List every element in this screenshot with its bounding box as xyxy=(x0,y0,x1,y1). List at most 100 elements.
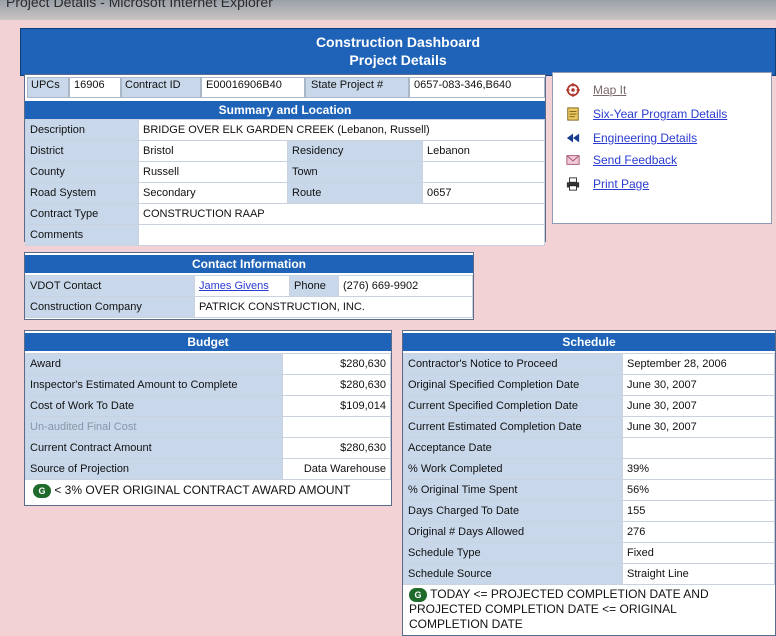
budget-row-label: Award xyxy=(25,353,283,375)
schedule-row-label: Current Estimated Completion Date xyxy=(403,416,623,438)
schedule-panel: Schedule Contractor's Notice to Proceed S… xyxy=(402,330,776,636)
contact-panel: Contact Information VDOT Contact James G… xyxy=(24,252,474,320)
id-row: UPCs 16906 Contract ID E00016906B40 Stat… xyxy=(25,75,545,99)
schedule-status-line3: COMPLETION DATE xyxy=(409,617,523,631)
summary-table: Description BRIDGE OVER ELK GARDEN CREEK… xyxy=(25,119,545,246)
schedule-row-label: Days Charged To Date xyxy=(403,500,623,522)
budget-row: Un-audited Final Cost xyxy=(25,416,391,438)
budget-row-value: $280,630 xyxy=(282,353,391,375)
dashboard-header: Construction Dashboard Project Details xyxy=(20,28,776,76)
contract-id-value: E00016906B40 xyxy=(206,79,282,91)
route-label: Route xyxy=(287,182,423,204)
schedule-row-label: Original # Days Allowed xyxy=(403,521,623,543)
browser-title-strip: Project Details - Microsoft Internet Exp… xyxy=(0,0,776,20)
contract-id-label: Contract ID xyxy=(125,79,181,91)
town-value xyxy=(422,161,545,183)
schedule-row-label: Schedule Type xyxy=(403,542,623,564)
budget-row-value: Data Warehouse xyxy=(282,458,391,480)
town-label: Town xyxy=(287,161,423,183)
description-label: Description xyxy=(25,119,139,141)
residency-label: Residency xyxy=(287,140,423,162)
print-page-link[interactable]: Print Page xyxy=(593,177,649,191)
rewind-arrow-icon xyxy=(566,133,580,143)
quick-links-panel: Map It Six-Year Program Details Engineer… xyxy=(552,72,772,224)
dashboard-page: Construction Dashboard Project Details U… xyxy=(20,20,776,636)
printer-icon xyxy=(566,177,580,191)
browser-title: Project Details - Microsoft Internet Exp… xyxy=(6,0,273,10)
route-value: 0657 xyxy=(422,182,545,204)
schedule-row-value: June 30, 2007 xyxy=(622,374,775,396)
schedule-row: Original # Days Allowed 276 xyxy=(403,521,775,543)
schedule-row-label: Acceptance Date xyxy=(403,437,623,459)
construction-company-label: Construction Company xyxy=(25,296,195,318)
map-target-icon xyxy=(566,83,580,97)
budget-row: Cost of Work To Date $109,014 xyxy=(25,395,391,417)
schedule-row-label: Current Specified Completion Date xyxy=(403,395,623,417)
schedule-row-label: Original Specified Completion Date xyxy=(403,374,623,396)
schedule-status-line2: PROJECTED COMPLETION DATE <= ORIGINAL xyxy=(409,602,677,616)
schedule-row-value: Straight Line xyxy=(622,563,775,585)
schedule-row-value xyxy=(622,437,775,459)
budget-panel: Budget Award $280,630 Inspector's Estima… xyxy=(24,330,392,506)
state-project-label: State Project # xyxy=(311,79,384,91)
budget-row-label: Source of Projection xyxy=(25,458,283,480)
schedule-row: % Work Completed 39% xyxy=(403,458,775,480)
document-icon xyxy=(567,107,579,121)
district-value: Bristol xyxy=(138,140,288,162)
comments-value xyxy=(138,224,545,246)
envelope-icon xyxy=(566,155,580,165)
send-feedback-link[interactable]: Send Feedback xyxy=(593,153,677,167)
engineering-details-link[interactable]: Engineering Details xyxy=(593,131,697,145)
schedule-row-value: 56% xyxy=(622,479,775,501)
residency-value: Lebanon xyxy=(422,140,545,162)
schedule-row-value: Fixed xyxy=(622,542,775,564)
schedule-row: Acceptance Date xyxy=(403,437,775,459)
budget-row-value xyxy=(282,416,391,438)
schedule-row: Current Specified Completion Date June 30… xyxy=(403,395,775,417)
budget-row-value: $280,630 xyxy=(282,437,391,459)
budget-status: G < 3% OVER ORIGINAL CONTRACT AWARD AMOU… xyxy=(33,483,351,498)
comments-label: Comments xyxy=(25,224,139,246)
upcs-value: 16906 xyxy=(74,79,105,91)
summary-panel: UPCs 16906 Contract ID E00016906B40 Stat… xyxy=(24,74,546,246)
budget-row: Inspector's Estimated Amount to Complete… xyxy=(25,374,391,396)
schedule-row-label: Contractor's Notice to Proceed xyxy=(403,353,623,375)
budget-row-value: $109,014 xyxy=(282,395,391,417)
schedule-row-value: June 30, 2007 xyxy=(622,416,775,438)
dashboard-title: Construction Dashboard xyxy=(315,34,481,50)
map-it-link[interactable]: Map It xyxy=(593,83,626,97)
state-project-value: 0657-083-346,B640 xyxy=(414,79,512,91)
upcs-label: UPCs xyxy=(31,79,60,91)
description-value: BRIDGE OVER ELK GARDEN CREEK (Lebanon, R… xyxy=(138,119,545,141)
schedule-row-value: June 30, 2007 xyxy=(622,395,775,417)
county-label: County xyxy=(25,161,139,183)
schedule-status-line1: TODAY <= PROJECTED COMPLETION DATE AND xyxy=(430,587,709,601)
budget-row: Source of Projection Data Warehouse xyxy=(25,458,391,480)
phone-value: (276) 669-9902 xyxy=(338,275,473,297)
district-label: District xyxy=(25,140,139,162)
schedule-row-label: % Original Time Spent xyxy=(403,479,623,501)
budget-table: Award $280,630 Inspector's Estimated Amo… xyxy=(25,353,391,480)
vdot-contact-label: VDOT Contact xyxy=(25,275,195,297)
six-year-program-link[interactable]: Six-Year Program Details xyxy=(593,107,727,121)
road-system-value: Secondary xyxy=(138,182,288,204)
contact-title: Contact Information xyxy=(25,255,473,273)
phone-label: Phone xyxy=(289,275,339,297)
budget-status-text: < 3% OVER ORIGINAL CONTRACT AWARD AMOUNT xyxy=(54,483,351,497)
schedule-row: Days Charged To Date 155 xyxy=(403,500,775,522)
vdot-contact-link[interactable]: James Givens xyxy=(199,280,269,292)
contact-table: VDOT Contact James Givens Phone (276) 66… xyxy=(25,275,473,318)
schedule-status: G TODAY <= PROJECTED COMPLETION DATE AND… xyxy=(409,587,769,632)
schedule-row: Contractor's Notice to Proceed September … xyxy=(403,353,775,375)
schedule-row-label: Schedule Source xyxy=(403,563,623,585)
budget-row-value: $280,630 xyxy=(282,374,391,396)
county-value: Russell xyxy=(138,161,288,183)
construction-company-value: PATRICK CONSTRUCTION, INC. xyxy=(194,296,473,318)
schedule-row-value: 39% xyxy=(622,458,775,480)
schedule-row: Original Specified Completion Date June 3… xyxy=(403,374,775,396)
contract-type-label: Contract Type xyxy=(25,203,139,225)
budget-row: Current Contract Amount $280,630 xyxy=(25,437,391,459)
contract-type-value: CONSTRUCTION RAAP xyxy=(138,203,545,225)
schedule-row: Current Estimated Completion Date June 30… xyxy=(403,416,775,438)
budget-row-label: Current Contract Amount xyxy=(25,437,283,459)
